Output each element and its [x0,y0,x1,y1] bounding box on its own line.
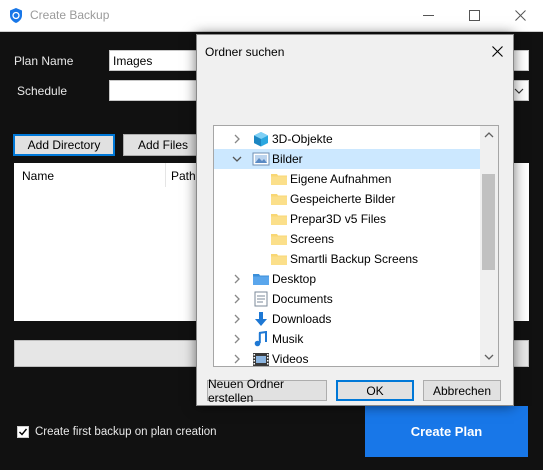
tree-item-label: Desktop [272,272,317,286]
tree-item[interactable]: Musik [214,329,480,349]
tree-item[interactable]: 3D-Objekte [214,129,480,149]
scroll-up-icon[interactable] [484,131,494,138]
tree-item-label: Screens [290,232,335,246]
maximize-button[interactable] [451,0,497,31]
create-plan-button[interactable]: Create Plan [365,406,528,457]
plan-name-label: Plan Name [14,54,74,68]
tree-item-label: Bilder [272,152,303,166]
tree-item-label: Eigene Aufnahmen [290,172,392,186]
tree-item-label: Downloads [272,312,332,326]
documents-icon [254,291,268,307]
tree-item[interactable]: Prepar3D v5 Files [214,209,480,229]
chevron-right-icon[interactable] [232,134,242,144]
add-files-button[interactable]: Add Files [123,134,203,156]
folder-icon [271,234,287,245]
tree-item[interactable]: Desktop [214,269,480,289]
dialog-title: Ordner suchen [205,45,285,59]
chevron-right-icon[interactable] [232,294,242,304]
tree-item-label: 3D-Objekte [272,132,333,146]
videos-icon [253,353,269,366]
browse-folder-dialog: Ordner suchen 3D-Objekte Bilder Eigene Auf… [196,34,514,406]
tree-item[interactable]: Smartli Backup Screens [214,249,480,269]
chevron-right-icon[interactable] [232,314,242,324]
folder-icon [271,254,287,265]
folder-tree[interactable]: 3D-Objekte Bilder Eigene Aufnahmen Gespeich… [213,125,499,367]
scroll-down-icon[interactable] [484,354,494,361]
schedule-label: Schedule [17,84,68,98]
maximize-icon [468,10,480,21]
folder-icon [271,214,287,225]
first-backup-label: Create first backup on plan creation [35,426,217,438]
chevron-down-icon [514,88,524,94]
tree-item[interactable]: Eigene Aufnahmen [214,169,480,189]
folder-icon [271,174,287,185]
minimize-button[interactable] [405,0,451,31]
plan-name-value: Images [113,54,153,68]
tree-item-label: Documents [272,292,333,306]
cancel-button[interactable]: Abbrechen [423,380,501,401]
column-name[interactable]: Name [22,169,54,183]
tree-item[interactable]: Documents [214,289,480,309]
checkmark-icon [19,428,28,436]
tree-item-label: Videos [272,352,309,366]
music-icon [254,331,267,347]
app-shield-icon [10,8,22,23]
window-title: Create Backup [30,8,110,22]
folder-tree-rows: 3D-Objekte Bilder Eigene Aufnahmen Gespeich… [214,126,480,366]
tree-item[interactable]: Videos [214,349,480,366]
tree-item-label: Gespeicherte Bilder [290,192,396,206]
chevron-right-icon[interactable] [232,354,242,364]
chevron-right-icon[interactable] [232,334,242,344]
folder-icon [271,194,287,205]
downloads-icon [255,312,267,326]
close-icon [514,10,526,21]
tree-item[interactable]: Gespeicherte Bilder [214,189,480,209]
desktop-folder-icon [253,274,269,285]
tree-item[interactable]: Bilder [214,149,480,169]
ok-button[interactable]: OK [336,380,414,401]
chevron-right-icon[interactable] [232,274,242,284]
title-bar: Create Backup [0,0,543,32]
add-directory-button[interactable]: Add Directory [13,134,115,156]
column-divider [165,163,166,187]
close-icon [491,45,503,57]
tree-item-label: Musik [272,332,304,346]
new-folder-button[interactable]: Neuen Ordner erstellen [207,377,327,405]
close-button[interactable] [497,0,543,31]
first-backup-checkbox[interactable] [17,426,29,438]
dialog-close-button[interactable] [487,41,507,61]
tree-item-label: Prepar3D v5 Files [290,212,387,226]
scrollbar-thumb[interactable] [482,174,495,270]
3d-objects-icon [254,132,268,147]
chevron-down-icon[interactable] [232,154,242,164]
pictures-folder-icon [252,152,270,166]
column-path[interactable]: Path [171,169,196,183]
tree-item-label: Smartli Backup Screens [290,252,419,266]
tree-item[interactable]: Downloads [214,309,480,329]
tree-item[interactable]: Screens [214,229,480,249]
minimize-icon [422,15,434,16]
